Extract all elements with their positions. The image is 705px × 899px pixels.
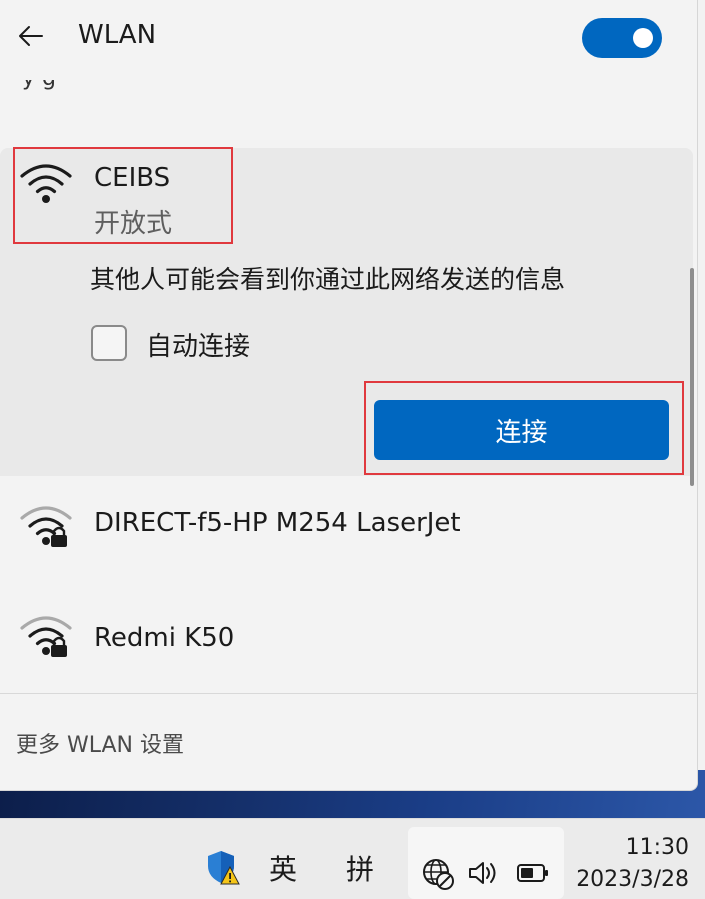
wifi-locked-icon: [20, 506, 72, 547]
clock-date[interactable]: 2023/3/28: [576, 867, 689, 892]
toggle-knob: [633, 28, 653, 48]
clipped-text: y g: [22, 80, 322, 90]
back-arrow-icon[interactable]: [16, 22, 44, 50]
wlan-flyout: y g WLAN CEIBS 开放式 其他人可能会看到你通过此网络发送的信息 自…: [0, 0, 698, 791]
volume-icon: [469, 862, 496, 884]
ime-mode-indicator[interactable]: 拼: [346, 848, 374, 888]
footer-divider: [0, 693, 697, 694]
network-highlight-box: [13, 147, 233, 244]
quick-settings-tray[interactable]: [408, 827, 564, 899]
auto-connect-checkbox[interactable]: [91, 325, 127, 361]
globe-no-internet-icon: [423, 859, 454, 890]
flyout-header: WLAN: [0, 0, 697, 75]
more-wlan-settings-link[interactable]: 更多 WLAN 设置: [16, 727, 184, 759]
taskbar: 英 拼 11:30 2023/3/28: [0, 818, 705, 899]
clock-time[interactable]: 11:30: [626, 835, 689, 860]
security-warning-text: 其他人可能会看到你通过此网络发送的信息: [90, 265, 566, 294]
flyout-title: WLAN: [78, 20, 157, 50]
wifi-locked-icon: [20, 616, 72, 657]
scrollbar-thumb[interactable]: [690, 268, 694, 486]
network-item[interactable]: DIRECT-f5-HP M254 LaserJet: [0, 476, 690, 581]
battery-icon: [517, 864, 548, 882]
network-name: Redmi K50: [94, 623, 235, 653]
auto-connect-label[interactable]: 自动连接: [146, 326, 250, 363]
wlan-toggle[interactable]: [582, 18, 662, 58]
ime-language-indicator[interactable]: 英: [269, 848, 297, 888]
connect-highlight-box: [364, 381, 684, 475]
network-item[interactable]: Redmi K50: [0, 585, 690, 690]
network-name: DIRECT-f5-HP M254 LaserJet: [94, 508, 461, 538]
security-warning-icon[interactable]: [206, 849, 240, 885]
